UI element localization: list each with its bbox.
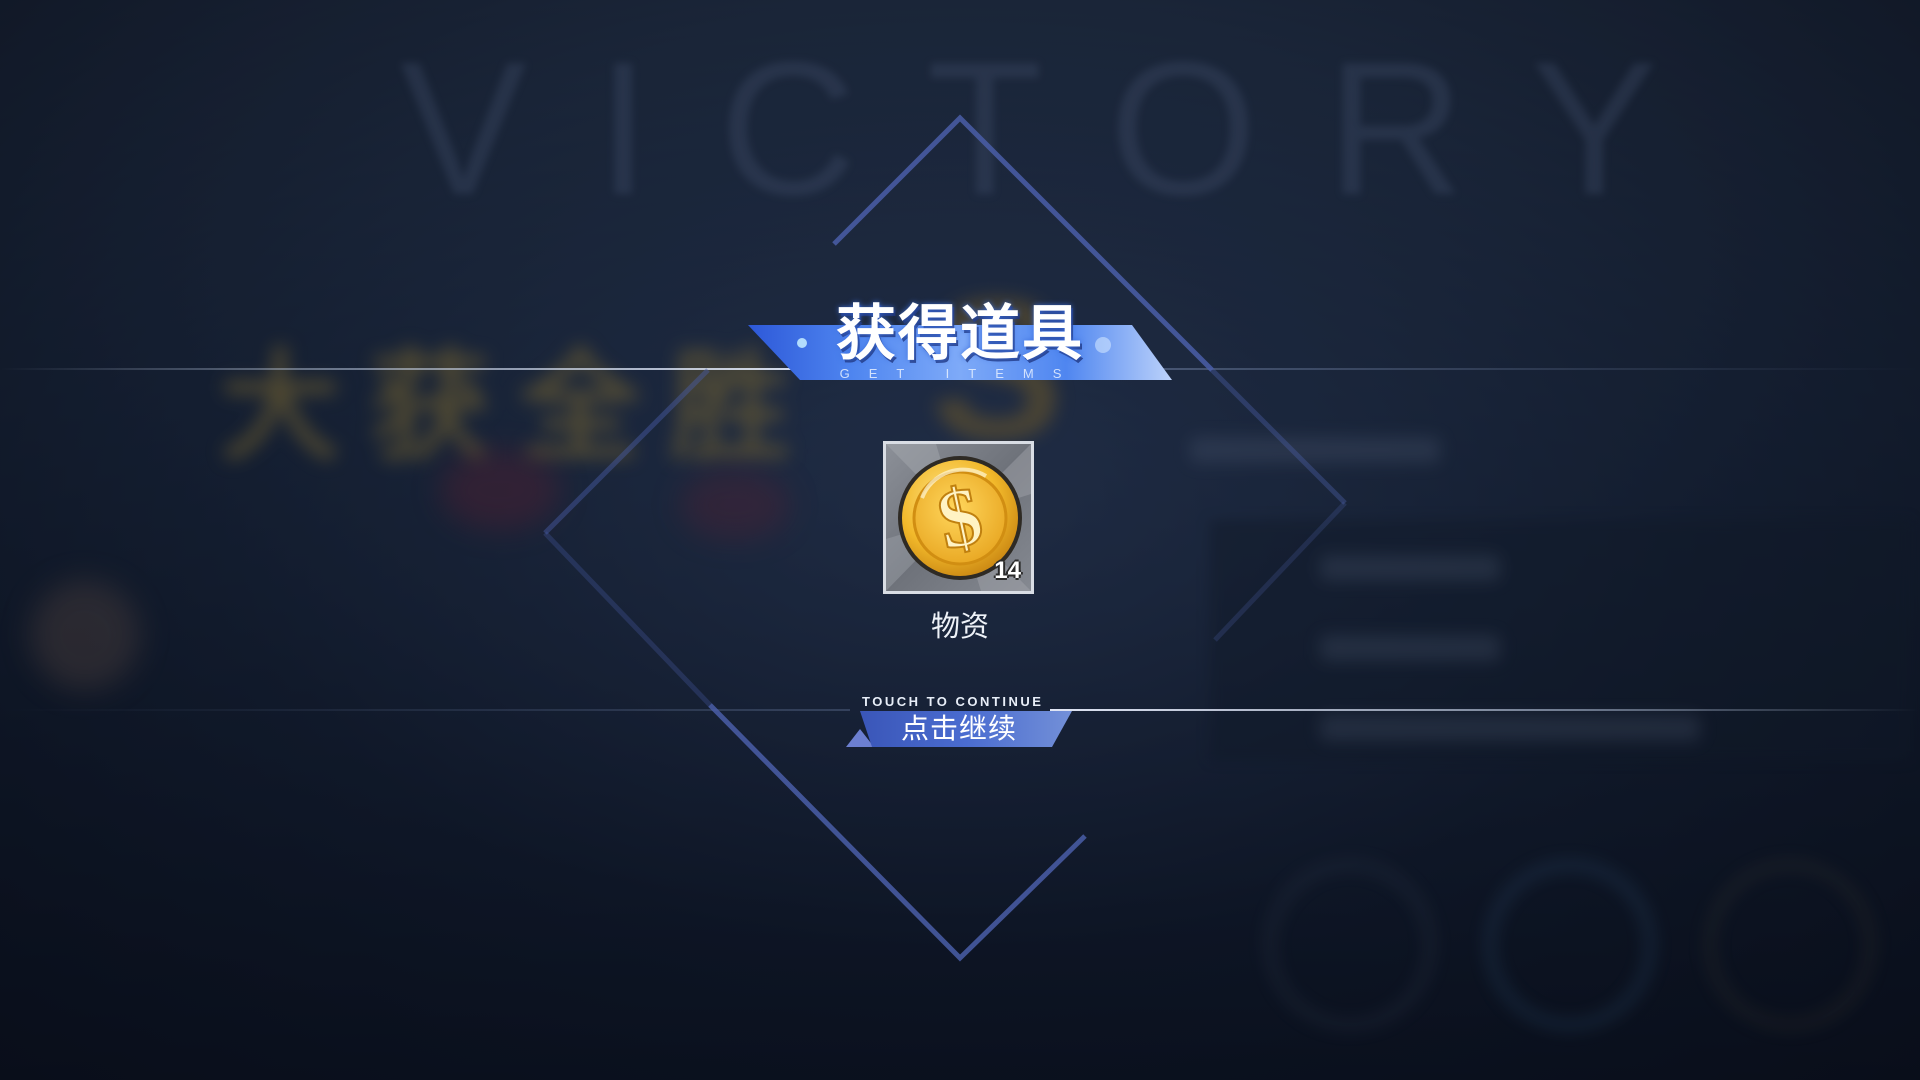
item-count: 14 <box>994 557 1021 584</box>
reward-item-card[interactable]: $ 14 <box>883 441 1034 594</box>
item-name: 物资 <box>930 609 989 643</box>
continue-label: 点击继续 <box>900 712 1017 745</box>
continue-button[interactable]: 点击继续 <box>846 711 1072 747</box>
item-frame: $ 14 <box>883 441 1034 594</box>
popup-subtitle: GET ITEMS <box>839 366 1081 381</box>
reward-screen[interactable]: VICTORY 大获全胜 S <box>0 0 1920 1080</box>
popup-title: 获得道具 <box>836 299 1084 369</box>
continue-hint: TOUCH TO CONTINUE <box>862 694 1044 709</box>
